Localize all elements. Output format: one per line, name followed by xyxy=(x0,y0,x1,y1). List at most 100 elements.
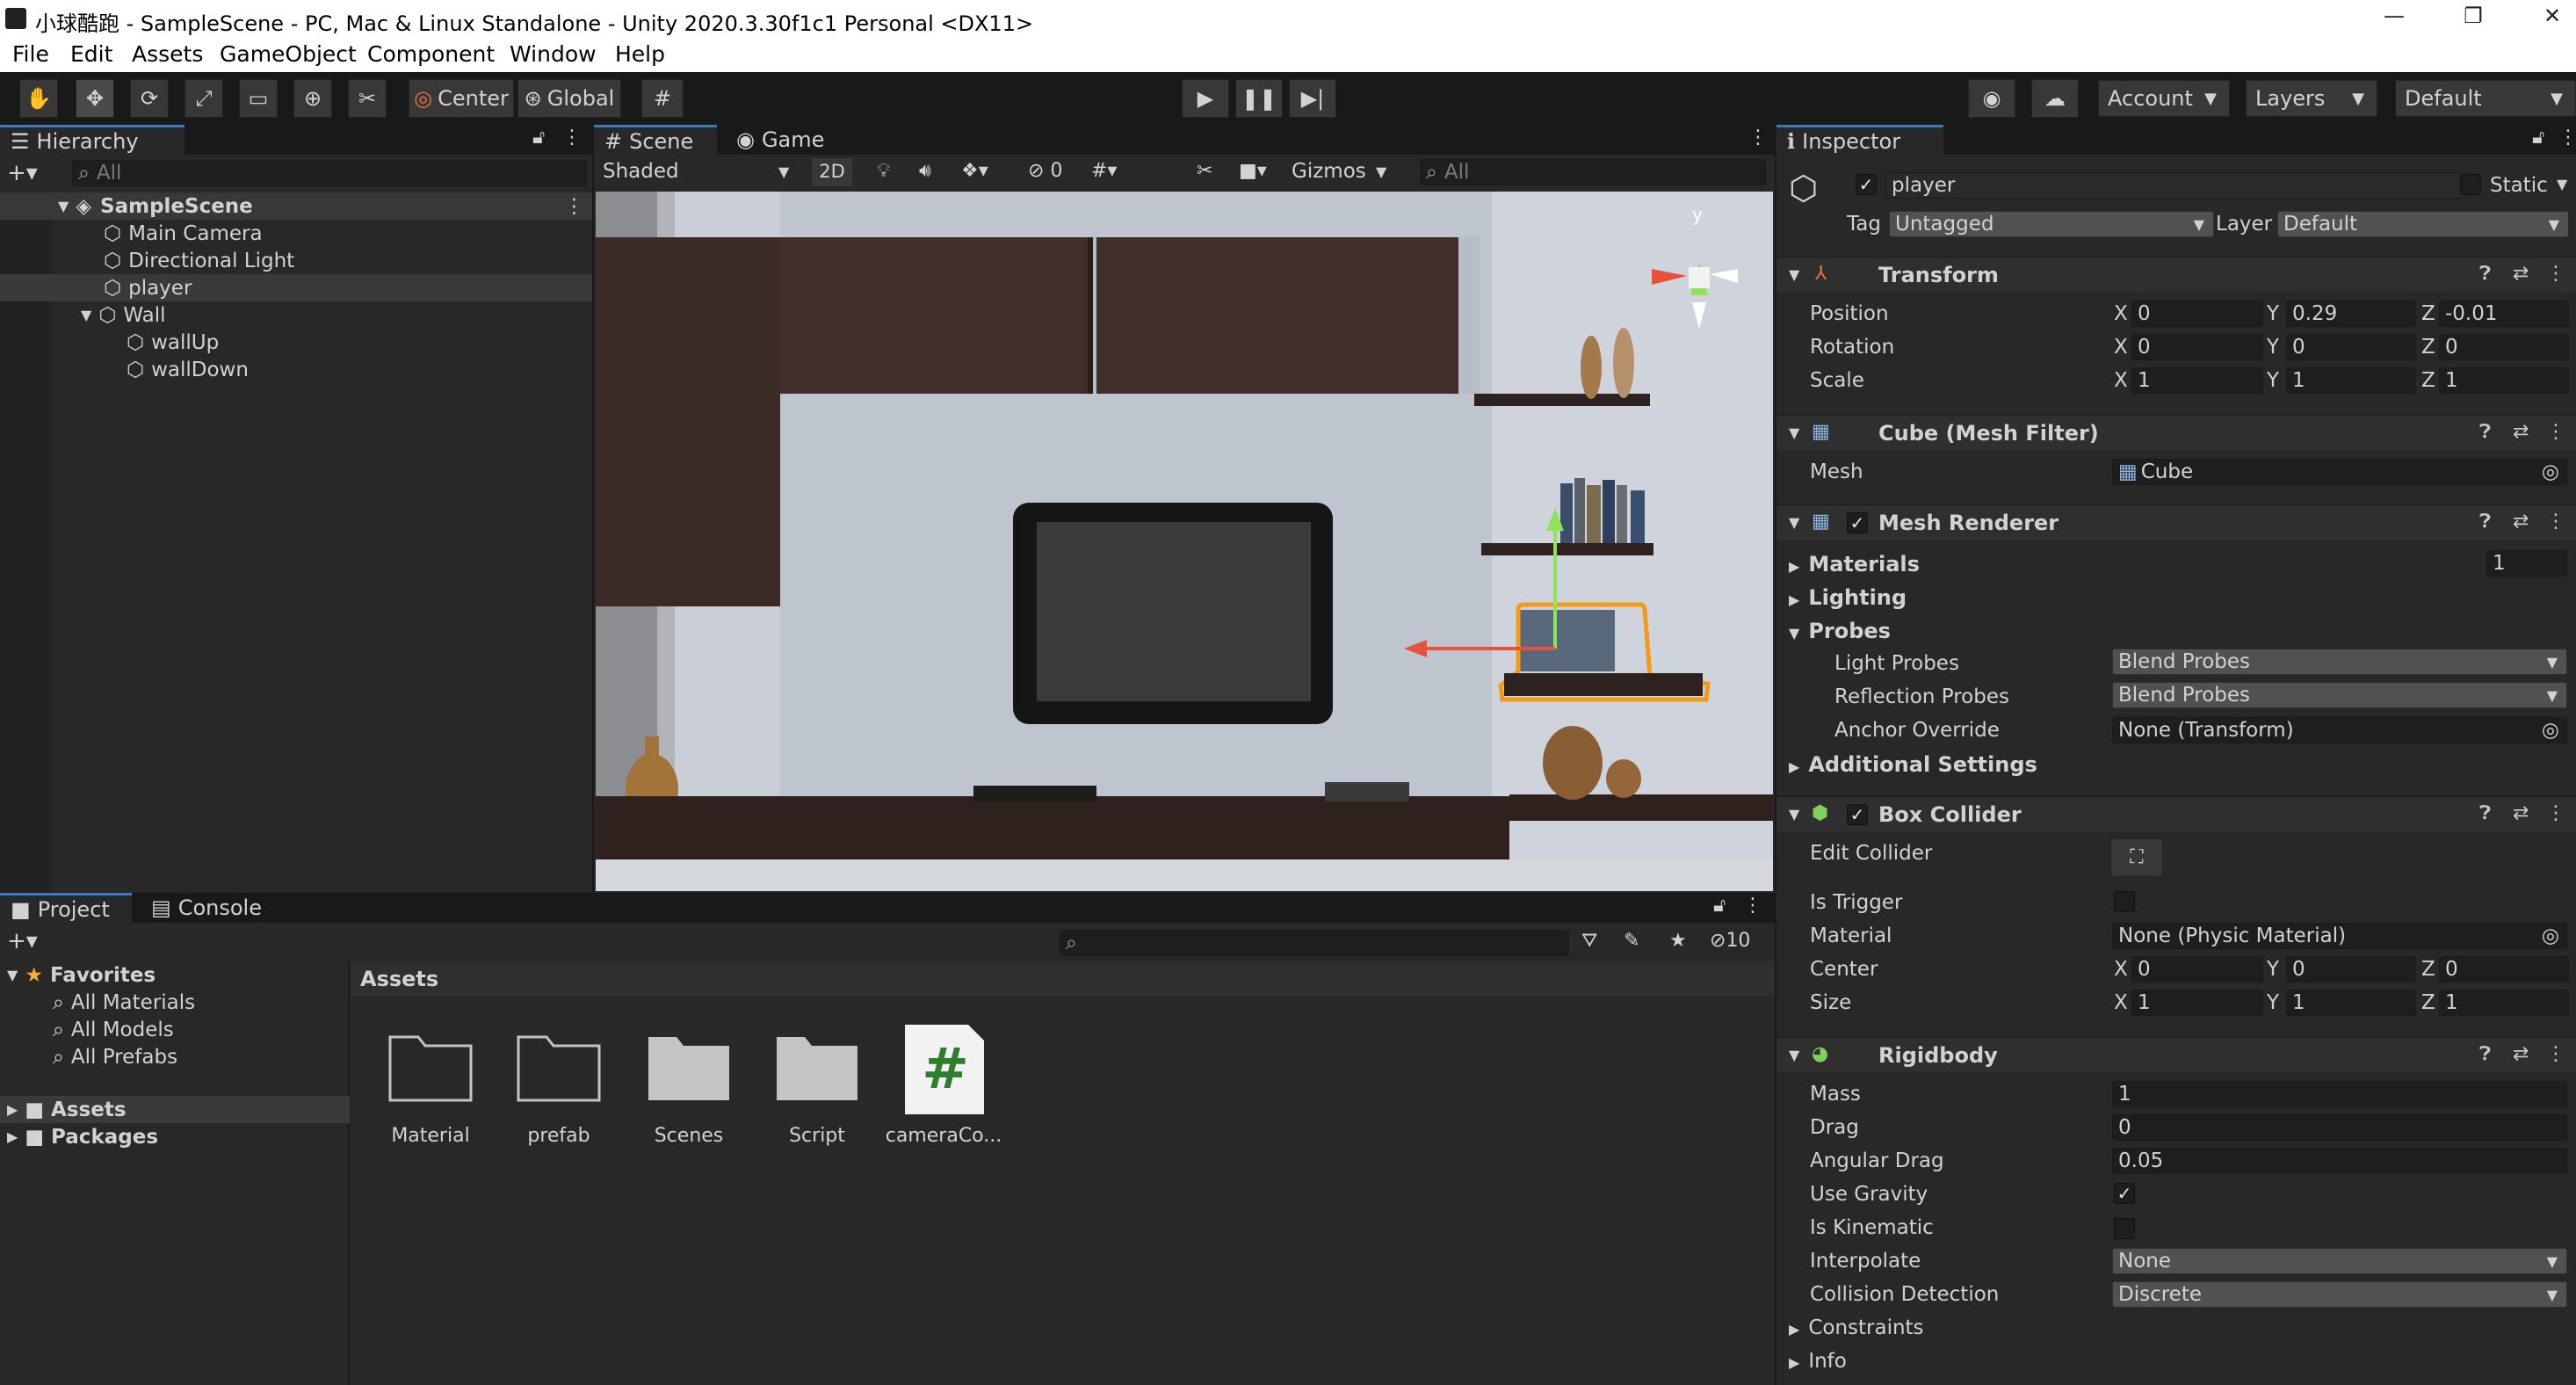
mesh-filter-header[interactable]: ▼ ▦ Cube (Mesh Filter) ❓︎ ⇄ ⋮ xyxy=(1776,415,2576,450)
tab-game[interactable]: ◉ Game xyxy=(726,125,840,155)
object-name-input[interactable]: player xyxy=(1885,172,2471,199)
mesh-renderer-header[interactable]: ▼ ▦ ✓ Mesh Renderer ❓︎ ⇄ ⋮ xyxy=(1776,504,2576,540)
transform-header[interactable]: ▼ ⅄ Transform ❓︎ ⇄ ⋮ xyxy=(1776,257,2576,292)
grid-snap-icon[interactable]: # xyxy=(641,79,684,118)
chevron-down-icon[interactable]: ▼ xyxy=(2557,176,2567,192)
preset-icon[interactable]: ⇄ xyxy=(2513,802,2529,824)
enabled-checkbox[interactable]: ✓ xyxy=(1847,804,1868,825)
tab-console[interactable]: ▤ Console xyxy=(141,893,290,923)
help-icon[interactable]: ❓︎ xyxy=(2479,1043,2491,1065)
object-picker-icon[interactable]: ◎ xyxy=(2542,925,2559,947)
shading-dropdown[interactable]: Shaded ▼ xyxy=(603,160,805,183)
favorites-row[interactable]: ▼ ★ Favorites xyxy=(0,961,350,989)
mode-2d-button[interactable]: 2D xyxy=(812,158,852,186)
more-icon[interactable]: ⋮ xyxy=(562,127,582,149)
camera-icon[interactable]: ■▾ xyxy=(1239,160,1267,182)
layer-dropdown[interactable]: Default ▼ xyxy=(2277,211,2569,237)
probes-foldout[interactable]: ▼ Probes xyxy=(1789,619,1891,643)
lighting-foldout[interactable]: ▶ Lighting xyxy=(1789,585,1907,610)
enabled-checkbox[interactable]: ✓ xyxy=(1847,512,1868,533)
rect-tool-icon[interactable]: ▭ xyxy=(239,79,278,118)
favorite-item[interactable]: ⌕ All Prefabs xyxy=(0,1043,350,1070)
center-z-field[interactable]: 0 xyxy=(2439,956,2569,983)
light-icon[interactable]: 💡︎ xyxy=(877,160,890,182)
more-icon[interactable]: ⋮ xyxy=(1748,127,1768,149)
scene-viewport[interactable]: y xyxy=(596,192,1773,891)
folder-icon[interactable] xyxy=(387,1033,474,1104)
move-tool-icon[interactable]: ✥ xyxy=(76,79,114,118)
maximize-button[interactable]: ❐ xyxy=(2438,4,2508,28)
scale-z-field[interactable]: 1 xyxy=(2439,367,2569,394)
tree-root-packages[interactable]: ▶ ■ Packages xyxy=(0,1123,350,1150)
scale-tool-icon[interactable]: ⤢ xyxy=(185,79,223,118)
hidden-packages-toggle[interactable]: ⊘10 xyxy=(1710,930,1750,952)
create-button[interactable]: +▾ xyxy=(7,928,38,954)
menu-assets[interactable]: Assets xyxy=(132,41,203,67)
cloud-icon[interactable]: ☁ xyxy=(2031,79,2079,118)
preset-icon[interactable]: ⇄ xyxy=(2513,1043,2529,1065)
hierarchy-search-input[interactable]: ⌕ All xyxy=(72,160,587,186)
lock-icon[interactable]: 🔓︎ xyxy=(2532,127,2544,149)
menu-window[interactable]: Window xyxy=(510,41,597,67)
anchor-override-field[interactable]: None (Transform) ◎ xyxy=(2112,717,2567,743)
active-checkbox[interactable]: ✓ xyxy=(1856,174,1877,195)
materials-count-field[interactable]: 1 xyxy=(2486,550,2567,576)
center-x-field[interactable]: 0 xyxy=(2131,956,2263,983)
rotation-x-field[interactable]: 0 xyxy=(2131,334,2263,360)
pause-button[interactable]: ❚❚ xyxy=(1235,79,1283,118)
transform-tool-icon[interactable]: ⊕ xyxy=(293,79,332,118)
menu-edit[interactable]: Edit xyxy=(70,41,112,67)
favorite-item[interactable]: ⌕ All Models xyxy=(0,1016,350,1043)
help-icon[interactable]: ❓︎ xyxy=(2479,802,2491,824)
rotate-tool-icon[interactable]: ⟳ xyxy=(130,79,169,118)
project-search-input[interactable]: ⌕ xyxy=(1060,930,1569,956)
folder-icon[interactable] xyxy=(515,1033,603,1104)
edit-collider-icon[interactable]: ⛶ xyxy=(2110,838,2163,877)
lock-icon[interactable]: 🔓︎ xyxy=(532,127,545,149)
tab-inspector[interactable]: ℹ Inspector xyxy=(1776,125,1943,155)
menu-help[interactable]: Help xyxy=(615,41,665,67)
hierarchy-item[interactable]: ⬡ Main Camera xyxy=(0,220,592,247)
audio-icon[interactable]: 🔊︎ xyxy=(919,160,931,182)
center-y-field[interactable]: 0 xyxy=(2286,956,2416,983)
pivot-center-button[interactable]: ◎ Center xyxy=(409,79,514,118)
help-icon[interactable]: ❓︎ xyxy=(2479,511,2491,533)
collab-icon[interactable]: ◉ xyxy=(1968,79,2015,118)
size-x-field[interactable]: 1 xyxy=(2131,990,2263,1016)
box-collider-header[interactable]: ▼ ⬢ ✓ Box Collider ❓︎ ⇄ ⋮ xyxy=(1776,796,2576,831)
rigidbody-header[interactable]: ▼ ◕ Rigidbody ❓︎ ⇄ ⋮ xyxy=(1776,1037,2576,1072)
custom-tool-icon[interactable]: ✂ xyxy=(348,79,387,118)
lock-icon[interactable]: 🔓︎ xyxy=(1713,895,1726,917)
collision-detection-dropdown[interactable]: Discrete ▼ xyxy=(2112,1281,2567,1308)
hierarchy-item-selected[interactable]: ⬡ player xyxy=(0,274,592,301)
tag-dropdown[interactable]: Untagged ▼ xyxy=(1889,211,2214,237)
csharp-script-icon[interactable]: # xyxy=(901,1021,986,1118)
object-picker-icon[interactable]: ◎ xyxy=(2542,460,2559,483)
more-icon[interactable]: ⋮ xyxy=(2546,421,2565,443)
close-button[interactable]: ✕ xyxy=(2517,4,2576,28)
is-kinematic-checkbox[interactable] xyxy=(2114,1218,2135,1239)
grid-toggle-icon[interactable]: #▾ xyxy=(1091,160,1117,182)
position-z-field[interactable]: -0.01 xyxy=(2439,301,2569,327)
scale-y-field[interactable]: 1 xyxy=(2286,367,2416,394)
constraints-foldout[interactable]: ▶ Constraints xyxy=(1789,1316,1924,1339)
folder-icon[interactable] xyxy=(645,1033,733,1104)
scene-search-input[interactable]: ⌕ All xyxy=(1420,159,1766,185)
additional-settings-foldout[interactable]: ▶ Additional Settings xyxy=(1789,752,2037,777)
layers-dropdown[interactable]: Layers ▼ xyxy=(2246,80,2377,117)
menu-component[interactable]: Component xyxy=(367,41,495,67)
hierarchy-item[interactable]: ⬡ Directional Light xyxy=(0,247,592,274)
more-icon[interactable]: ⋮ xyxy=(2546,1043,2565,1065)
more-icon[interactable]: ⋮ xyxy=(2546,511,2565,533)
tab-scene[interactable]: # Scene xyxy=(594,125,717,155)
label-filter-icon[interactable]: ✎ xyxy=(1624,930,1639,952)
tree-root-assets[interactable]: ▶ ■ Assets xyxy=(0,1096,350,1123)
help-icon[interactable]: ❓︎ xyxy=(2479,421,2491,443)
info-foldout[interactable]: ▶ Info xyxy=(1789,1350,1847,1373)
object-picker-icon[interactable]: ◎ xyxy=(2542,719,2559,742)
more-icon[interactable]: ⋮ xyxy=(2546,802,2565,824)
preset-icon[interactable]: ⇄ xyxy=(2513,511,2529,533)
account-dropdown[interactable]: Account ▼ xyxy=(2098,80,2230,117)
tab-hierarchy[interactable]: ☰ Hierarchy xyxy=(0,125,185,155)
position-x-field[interactable]: 0 xyxy=(2131,301,2263,327)
